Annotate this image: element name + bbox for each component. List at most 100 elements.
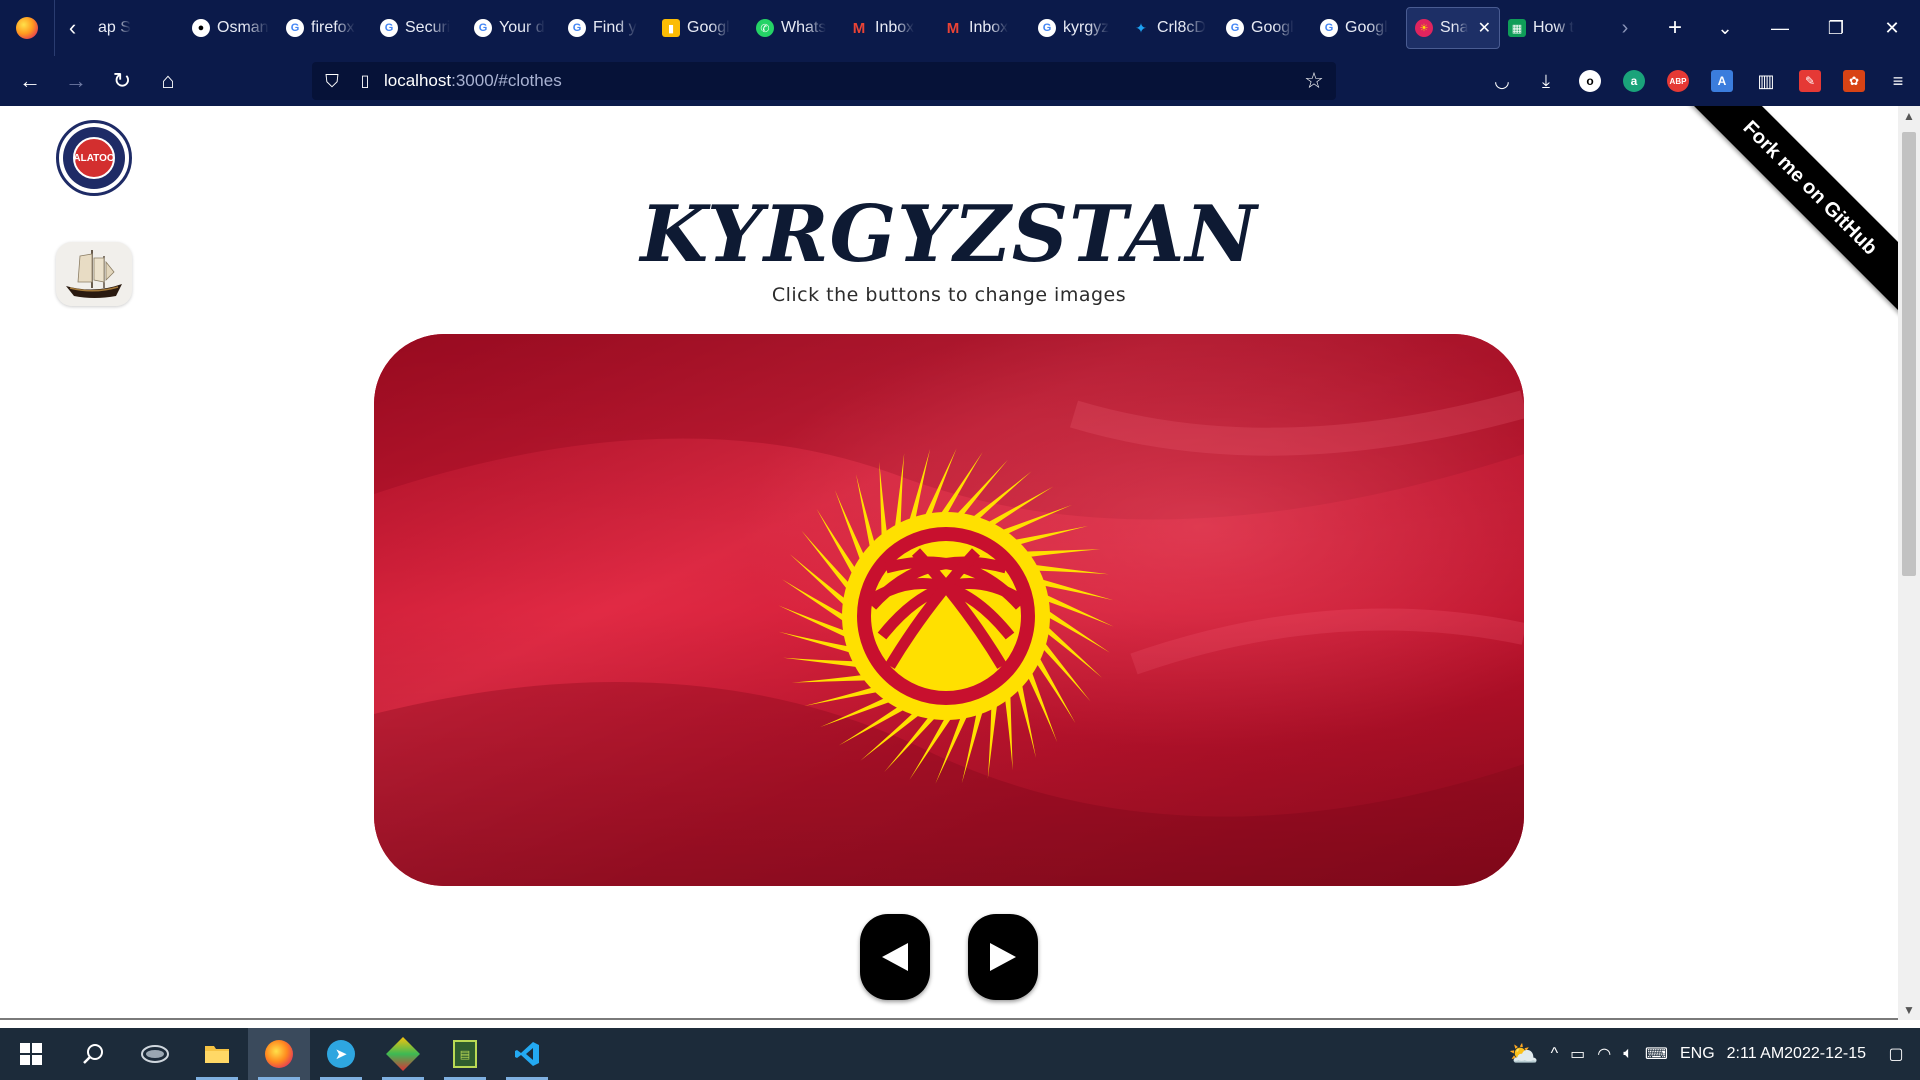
list-all-tabs-icon[interactable]: ⌄	[1700, 18, 1750, 39]
task-view-icon[interactable]	[124, 1028, 186, 1080]
bookmark-star-icon[interactable]: ☆	[1292, 68, 1336, 94]
language-indicator[interactable]: ENG	[1674, 1028, 1721, 1080]
google-icon: G	[474, 19, 492, 37]
google-icon: G	[1226, 19, 1244, 37]
tab-label: Googl	[687, 19, 730, 36]
close-tab-icon[interactable]: ✕	[1478, 18, 1491, 38]
tab-label: Inbox	[875, 19, 915, 36]
new-tab-icon[interactable]: +	[1650, 14, 1700, 42]
previous-image-button[interactable]	[860, 914, 930, 1000]
alatoo-university-logo[interactable]: ALATOO	[56, 120, 132, 196]
browser-tab[interactable]: G Find y	[560, 7, 654, 49]
browser-tab[interactable]: ● Osman	[184, 7, 278, 49]
browser-tab[interactable]: Gkyrgyz	[1030, 7, 1124, 49]
github-ribbon-container: Fork me on GitHub	[1648, 106, 1898, 356]
scroll-thumb[interactable]	[1902, 132, 1916, 576]
terminal-app-icon[interactable]: ▤	[434, 1028, 496, 1080]
minimize-icon[interactable]: —	[1752, 0, 1808, 56]
page-info-icon[interactable]: ▯	[352, 71, 378, 91]
tracking-protection-shield-icon[interactable]: ⛉	[312, 71, 352, 92]
flag-graphic	[374, 334, 1524, 886]
browser-tab[interactable]: Gfirefox	[278, 7, 372, 49]
tab-label: kyrgyz	[1063, 19, 1110, 36]
show-hidden-icons-icon[interactable]: ^	[1545, 1028, 1565, 1080]
battery-icon[interactable]: ▭	[1564, 1028, 1591, 1080]
browser-tab[interactable]: ☀ Sna ✕	[1406, 7, 1500, 49]
gmail-icon: M	[946, 19, 960, 37]
network-icon[interactable]: ◠	[1591, 1028, 1617, 1080]
google-icon: G	[380, 19, 398, 37]
browser-tab[interactable]: M Inbox	[936, 7, 1030, 49]
firefox-menu-icon[interactable]	[0, 0, 54, 56]
git-kraken-icon[interactable]	[372, 1028, 434, 1080]
browser-tab[interactable]: G Your d	[466, 7, 560, 49]
windows-start-icon[interactable]	[0, 1028, 62, 1080]
adblock-plus-icon[interactable]: ABP	[1656, 59, 1700, 103]
tab-label: firefox	[311, 19, 355, 36]
whatsapp-icon: ✆	[756, 19, 774, 37]
tab-label: Your d	[499, 19, 545, 36]
google-icon: G	[1038, 19, 1056, 37]
url-host: localhost	[384, 71, 452, 90]
address-bar[interactable]: ⛉ ▯ localhost:3000/#clothes ☆	[312, 62, 1336, 100]
tab-label: Find y	[593, 19, 637, 36]
tab-label: Osman	[217, 19, 269, 36]
browser-tab[interactable]: G Securi	[372, 7, 466, 49]
browser-tab[interactable]: ✦ Crl8cD	[1124, 7, 1218, 49]
browser-tab[interactable]: ▦ How t	[1500, 7, 1594, 49]
translate-icon[interactable]: A	[1700, 59, 1744, 103]
tab-label: How t	[1533, 19, 1574, 36]
twitter-icon: ✦	[1135, 19, 1147, 36]
browser-tab[interactable]: M Inbox	[842, 7, 936, 49]
color-picker-extension-icon[interactable]: ✎	[1788, 59, 1832, 103]
home-icon[interactable]: ⌂	[146, 59, 190, 103]
scroll-up-icon[interactable]: ▲	[1898, 106, 1920, 126]
volume-icon[interactable]: 🔈︎	[1617, 1028, 1639, 1080]
downloads-icon[interactable]: ⤓	[1524, 59, 1568, 103]
scroll-down-icon[interactable]: ▼	[1898, 1000, 1920, 1020]
close-window-icon[interactable]: ✕	[1864, 0, 1920, 56]
pocket-icon[interactable]: ◡	[1480, 59, 1524, 103]
google-icon: G	[1320, 19, 1338, 37]
weather-icon[interactable]: ⛅	[1503, 1028, 1545, 1080]
extension-puzzle-icon[interactable]: ✿	[1832, 59, 1876, 103]
clock-time: 2:11 AM	[1726, 1045, 1785, 1062]
browser-tab[interactable]: ✆ Whats	[748, 7, 842, 49]
forward-icon[interactable]: →	[54, 59, 98, 103]
tab-label: ap S	[98, 19, 131, 36]
next-image-button[interactable]	[968, 914, 1038, 1000]
keyboard-icon[interactable]: ⌨	[1639, 1028, 1674, 1080]
restore-icon[interactable]: ❐	[1808, 0, 1864, 56]
vscode-icon[interactable]	[496, 1028, 558, 1080]
kyrgyz-flag-icon: ☀	[1415, 19, 1433, 37]
navigation-toolbar: ← → ↻ ⌂ ⛉ ▯ localhost:3000/#clothes ☆ ◡ …	[0, 56, 1920, 106]
telegram-icon[interactable]: ➤	[310, 1028, 372, 1080]
browser-tab[interactable]: ▮ Googl	[654, 7, 748, 49]
clock[interactable]: 2:11 AM 2022-12-15	[1721, 1028, 1872, 1080]
google-keep-icon: ▮	[662, 19, 680, 37]
reload-icon[interactable]: ↻	[100, 59, 144, 103]
clock-date: 2022-12-15	[1784, 1045, 1866, 1062]
back-icon[interactable]: ←	[8, 59, 52, 103]
kyrgyz-flag-image	[374, 334, 1524, 886]
extension-o-icon[interactable]: o	[1568, 59, 1612, 103]
tabs-scroll-left-icon[interactable]: ‹	[54, 0, 90, 56]
notifications-icon[interactable]: ▢	[1872, 1028, 1920, 1080]
app-menu-icon[interactable]: ≡	[1876, 59, 1920, 103]
page-title: KYRGYZSTAN	[640, 189, 1258, 280]
tab-label: Inbox	[969, 19, 1009, 36]
google-icon: G	[568, 19, 586, 37]
file-explorer-icon[interactable]	[186, 1028, 248, 1080]
browser-tab[interactable]: G Googl	[1218, 7, 1312, 49]
library-icon[interactable]: ▥	[1744, 59, 1788, 103]
github-icon: ●	[192, 19, 210, 37]
tab-label: Googl	[1345, 19, 1388, 36]
search-icon[interactable]	[62, 1028, 124, 1080]
browser-tab[interactable]: ap S	[90, 7, 184, 49]
fork-me-on-github-ribbon[interactable]: Fork me on GitHub	[1672, 106, 1898, 326]
firefox-taskbar-icon[interactable]	[248, 1028, 310, 1080]
tabs-scroll-right-icon[interactable]: ›	[1600, 17, 1650, 40]
browser-tab[interactable]: G Googl	[1312, 7, 1406, 49]
extension-a-icon[interactable]: a	[1612, 59, 1656, 103]
page-scrollbar[interactable]: ▲ ▼	[1898, 106, 1920, 1020]
